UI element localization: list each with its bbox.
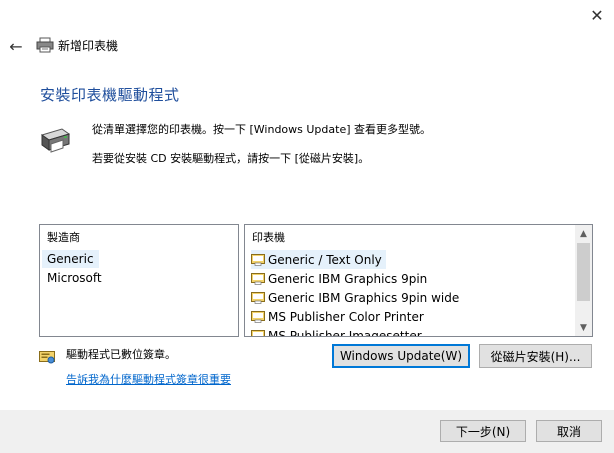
printer-icon	[36, 37, 54, 53]
printer-item[interactable]: Generic IBM Graphics 9pin	[251, 269, 427, 288]
scroll-up-arrow-icon[interactable]: ▲	[575, 225, 592, 242]
close-icon: ✕	[590, 5, 604, 25]
printer-item[interactable]: MS Publisher Color Printer	[251, 307, 424, 326]
printer-list[interactable]: 印表機 Generic / Text Only Generic IBM Grap…	[244, 224, 593, 337]
page-heading: 安裝印表機驅動程式	[40, 86, 180, 104]
driver-signing-link[interactable]: 告訴我為什麼驅動程式簽章很重要	[66, 372, 231, 388]
printer-driver-icon	[251, 272, 265, 285]
printer-driver-icon	[251, 329, 265, 336]
next-button[interactable]: 下一步(N)	[440, 420, 526, 442]
printer-item-label: MS Publisher Color Printer	[268, 309, 424, 324]
printer-item-label: Generic / Text Only	[268, 252, 382, 267]
manufacturer-list[interactable]: 製造商 Generic Microsoft	[39, 224, 239, 337]
scroll-down-arrow-icon[interactable]: ▼	[575, 319, 592, 336]
manufacturer-list-header: 製造商	[47, 231, 80, 244]
printer-item[interactable]: MS Publisher Imagesetter	[251, 326, 422, 337]
manufacturer-item-microsoft[interactable]: Microsoft	[47, 269, 102, 287]
windows-update-button[interactable]: Windows Update(W)	[332, 344, 470, 368]
certificate-icon	[39, 351, 55, 364]
printer-list-scrollbar[interactable]: ▲ ▼	[575, 225, 592, 336]
printer-driver-icon	[251, 253, 265, 266]
scrollbar-thumb[interactable]	[577, 243, 590, 301]
close-button[interactable]: ✕	[582, 2, 612, 28]
have-disk-button[interactable]: 從磁片安裝(H)...	[479, 344, 592, 368]
printer-icon	[40, 128, 71, 153]
printer-driver-icon	[251, 310, 265, 323]
cancel-button[interactable]: 取消	[536, 420, 602, 442]
manufacturer-item-generic[interactable]: Generic	[42, 250, 99, 268]
printer-item-label: Generic IBM Graphics 9pin wide	[268, 290, 460, 305]
dialog-title: 新增印表機	[58, 39, 119, 53]
back-button[interactable]: ←	[6, 36, 26, 56]
printer-item[interactable]: Generic / Text Only	[251, 250, 386, 269]
signature-status-text: 驅動程式已數位簽章。	[66, 348, 176, 361]
back-arrow-icon: ←	[9, 36, 23, 56]
instruction-text-cd: 若要從安裝 CD 安裝驅動程式，請按一下 [從磁片安裝]。	[92, 152, 370, 165]
printer-item-label: Generic IBM Graphics 9pin	[268, 271, 428, 286]
printer-driver-icon	[251, 291, 265, 304]
printer-item[interactable]: Generic IBM Graphics 9pin wide	[251, 288, 459, 307]
printer-list-header: 印表機	[252, 231, 285, 244]
printer-item-label: MS Publisher Imagesetter	[268, 328, 422, 337]
instruction-text: 從清單選擇您的印表機。按一下 [Windows Update] 查看更多型號。	[92, 123, 432, 136]
